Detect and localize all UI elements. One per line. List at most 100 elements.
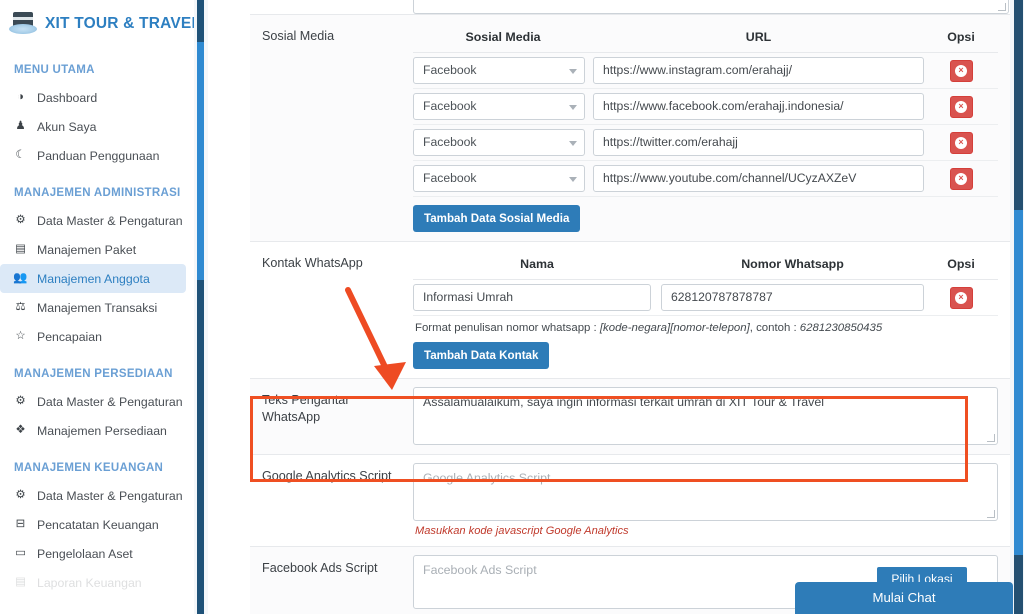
mulai-chat-button[interactable]: Mulai Chat xyxy=(795,582,1013,614)
table-row: Facebook https://www.instagram.com/eraha… xyxy=(413,53,998,89)
sosial-media-platform-select[interactable]: Facebook xyxy=(413,57,585,84)
clipped-textarea[interactable] xyxy=(413,0,1009,14)
select-value: Facebook xyxy=(423,135,477,149)
sidebar-group-title-manajemen-persediaan: MANAJEMEN PERSEDIAAN xyxy=(14,368,173,380)
briefcase-icon: ▭ xyxy=(15,546,26,559)
row-teks-pengantar: Teks Pengantar WhatsApp Assalamualaikum,… xyxy=(250,378,1010,454)
hint-prefix: Format penulisan nomor whatsapp : xyxy=(415,322,600,334)
sidebar-item-manajemen-transaksi[interactable]: ⚖ Manajemen Transaksi xyxy=(0,293,186,322)
book-icon: ▤ xyxy=(15,242,26,255)
sosial-media-table-header: Sosial Media URL Opsi xyxy=(413,23,998,53)
kontak-format-hint: Format penulisan nomor whatsapp : [kode-… xyxy=(413,316,998,334)
table-row: Facebook https://www.facebook.com/erahaj… xyxy=(413,89,998,125)
report-icon: ▤ xyxy=(15,575,26,588)
sidebar-item-label: Manajemen Persediaan xyxy=(37,423,167,438)
page-scrollbar[interactable] xyxy=(1010,0,1024,614)
sidebar-scrollbar[interactable] xyxy=(194,0,208,614)
field-kontak-whatsapp: Nama Nomor Whatsapp Opsi Informasi Umrah… xyxy=(413,242,1010,378)
cogs-icon: ⚙ xyxy=(15,213,26,226)
delete-row-button[interactable]: × xyxy=(949,95,973,118)
chevron-down-icon xyxy=(569,105,577,110)
table-row: Facebook https://twitter.com/erahajj × xyxy=(413,125,998,161)
sidebar-item-label: Manajemen Transaksi xyxy=(37,300,158,315)
users-icon: 👥 xyxy=(13,271,28,284)
sidebar-group-title-manajemen-keuangan: MANAJEMEN KEUANGAN xyxy=(14,462,164,474)
header-opsi: Opsi xyxy=(947,30,975,44)
field-teks-pengantar: Assalamualaikum, saya ingin informasi te… xyxy=(413,379,1010,454)
header-platform: Sosial Media xyxy=(465,30,541,44)
sidebar-item-label: Data Master & Pengaturan xyxy=(37,394,183,409)
sidebar-item-data-master-persediaan[interactable]: ⚙ Data Master & Pengaturan xyxy=(0,387,186,416)
hint-format: [kode-negara][nomor-telepon] xyxy=(599,322,750,334)
user-icon: ♟ xyxy=(15,119,26,132)
add-kontak-button[interactable]: Tambah Data Kontak xyxy=(413,342,550,369)
chevron-down-icon xyxy=(569,177,577,182)
sidebar-group-title-manajemen-administrasi: MANAJEMEN ADMINISTRASI xyxy=(14,187,181,199)
label-teks-pengantar: Teks Pengantar WhatsApp xyxy=(262,393,350,424)
header-nama: Nama xyxy=(520,257,554,271)
cogs-icon: ⚙ xyxy=(15,394,26,407)
sosial-media-url-input[interactable]: https://www.facebook.com/erahajj.indones… xyxy=(593,93,924,120)
row-sosial-media: Sosial Media Sosial Media URL Opsi Faceb… xyxy=(250,14,1010,241)
sidebar-item-akun-saya[interactable]: ♟ Akun Saya xyxy=(0,112,186,141)
sidebar-item-panduan-penggunaan[interactable]: ☾ Panduan Penggunaan xyxy=(0,141,186,170)
field-google-analytics: Google Analytics Script Masukkan kode ja… xyxy=(413,455,1010,546)
delete-row-button[interactable]: × xyxy=(949,131,973,154)
sosial-media-platform-select[interactable]: Facebook xyxy=(413,129,585,156)
sidebar-item-data-master-administrasi[interactable]: ⚙ Data Master & Pengaturan xyxy=(0,206,186,235)
sidebar-group-title-menu-utama: MENU UTAMA xyxy=(14,64,95,76)
delete-row-button[interactable]: × xyxy=(949,59,973,82)
main-content: Sosial Media Sosial Media URL Opsi Faceb… xyxy=(208,0,1018,614)
sidebar-item-label: Akun Saya xyxy=(37,119,97,134)
chevron-down-icon xyxy=(569,69,577,74)
sidebar-item-label: Dashboard xyxy=(37,90,98,105)
sosial-media-url-input[interactable]: https://www.youtube.com/channel/UCyzAXZe… xyxy=(593,165,924,192)
times-circle-icon: × xyxy=(955,100,967,113)
row-google-analytics: Google Analytics Script Google Analytics… xyxy=(250,454,1010,546)
sosial-media-platform-select[interactable]: Facebook xyxy=(413,165,585,192)
sidebar-item-pencapaian[interactable]: ☆ Pencapaian xyxy=(0,322,186,351)
sidebar-item-label: Laporan Keuangan xyxy=(37,575,142,590)
hint-example: 6281230850435 xyxy=(799,322,883,334)
sidebar-item-label: Data Master & Pengaturan xyxy=(37,213,183,228)
sosial-media-url-input[interactable]: https://www.instagram.com/erahajj/ xyxy=(593,57,924,84)
sidebar-item-manajemen-persediaan[interactable]: ❖ Manajemen Persediaan xyxy=(0,416,186,445)
sosial-media-url-input[interactable]: https://twitter.com/erahajj xyxy=(593,129,924,156)
app-root: XIT TOUR & TRAVEL MENU UTAMA ◑ Dashboard… xyxy=(0,0,1024,614)
scrollbar-thumb[interactable] xyxy=(1014,210,1023,555)
sidebar-item-pencatatan-keuangan[interactable]: ⊟ Pencatatan Keuangan xyxy=(0,510,186,539)
teks-pengantar-textarea[interactable]: Assalamualaikum, saya ingin informasi te… xyxy=(413,387,998,445)
table-row: Facebook https://www.youtube.com/channel… xyxy=(413,161,998,197)
google-analytics-hint: Masukkan kode javascript Google Analytic… xyxy=(415,525,629,537)
sidebar-item-manajemen-anggota[interactable]: 👥 Manajemen Anggota xyxy=(0,264,186,293)
label-sosial-media: Sosial Media xyxy=(262,29,335,43)
label-google-analytics: Google Analytics Script xyxy=(262,469,392,483)
add-sosial-media-button[interactable]: Tambah Data Sosial Media xyxy=(413,205,581,232)
scrollbar-thumb[interactable] xyxy=(197,42,204,280)
delete-row-button[interactable]: × xyxy=(949,167,973,190)
sidebar-item-manajemen-paket[interactable]: ▤ Manajemen Paket xyxy=(0,235,186,264)
money-icon: ⊟ xyxy=(15,517,26,530)
kontak-nama-input[interactable]: Informasi Umrah xyxy=(413,284,651,311)
select-value: Facebook xyxy=(423,63,477,77)
sidebar-item-pengelolaan-aset[interactable]: ▭ Pengelolaan Aset xyxy=(0,539,186,568)
sidebar-item-laporan-keuangan[interactable]: ▤ Laporan Keuangan xyxy=(0,568,186,597)
kaaba-logo-icon xyxy=(8,9,38,39)
sidebar-item-dashboard[interactable]: ◑ Dashboard xyxy=(0,83,186,112)
sidebar-item-data-master-keuangan[interactable]: ⚙ Data Master & Pengaturan xyxy=(0,481,186,510)
table-row: Informasi Umrah 628120787878787 × xyxy=(413,280,998,316)
sosial-media-platform-select[interactable]: Facebook xyxy=(413,93,585,120)
sidebar: XIT TOUR & TRAVEL MENU UTAMA ◑ Dashboard… xyxy=(0,0,194,614)
kontak-nomor-input[interactable]: 628120787878787 xyxy=(661,284,924,311)
header-nomor: Nomor Whatsapp xyxy=(741,257,844,271)
globe-icon: ◑ xyxy=(17,90,24,103)
brand-header[interactable]: XIT TOUR & TRAVEL xyxy=(0,0,194,47)
trophy-icon: ☆ xyxy=(15,329,26,342)
sidebar-item-label: Pencatatan Keuangan xyxy=(37,517,159,532)
label-kontak-whatsapp: Kontak WhatsApp xyxy=(262,256,363,270)
settings-form-panel: Sosial Media Sosial Media URL Opsi Faceb… xyxy=(250,0,1010,614)
delete-row-button[interactable]: × xyxy=(949,286,973,309)
google-analytics-textarea[interactable]: Google Analytics Script xyxy=(413,463,998,521)
boxes-icon: ❖ xyxy=(15,423,26,436)
times-circle-icon: × xyxy=(955,291,967,304)
